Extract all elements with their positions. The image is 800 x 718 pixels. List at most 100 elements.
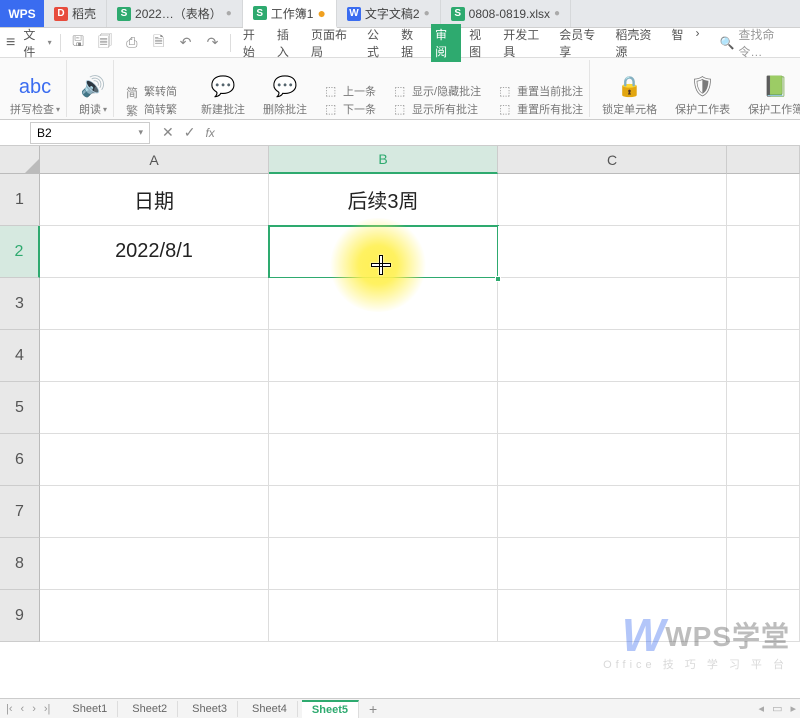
- cell-A1[interactable]: 日期: [40, 174, 269, 226]
- cell-D1[interactable]: [727, 174, 800, 226]
- col-header-C[interactable]: C: [498, 146, 727, 174]
- row-header-1[interactable]: 1: [0, 174, 40, 226]
- tab-daoke[interactable]: D 稻壳: [44, 0, 107, 27]
- print-icon[interactable]: ⎙: [122, 34, 141, 51]
- col-header-B[interactable]: B: [269, 146, 498, 174]
- sheet-tab-2[interactable]: Sheet2: [122, 701, 178, 717]
- cell-C9[interactable]: [498, 590, 727, 642]
- row-header-2[interactable]: 2: [0, 226, 40, 278]
- sheet-last-icon[interactable]: ›|: [42, 703, 53, 715]
- ribbon-tab-review[interactable]: 审阅: [431, 24, 461, 62]
- row-header-9[interactable]: 9: [0, 590, 40, 642]
- cell-A6[interactable]: [40, 434, 269, 486]
- cell-D3[interactable]: [727, 278, 800, 330]
- redo-icon[interactable]: ↷: [203, 34, 222, 51]
- cell-A8[interactable]: [40, 538, 269, 590]
- cell-A5[interactable]: [40, 382, 269, 434]
- cell-C5[interactable]: [498, 382, 727, 434]
- tab-doc-2022[interactable]: S 2022…（表格） ●: [107, 0, 243, 27]
- row-header-6[interactable]: 6: [0, 434, 40, 486]
- ribbon-overflow-icon[interactable]: ›: [691, 24, 703, 62]
- group-spellcheck[interactable]: abc 拼写检查▾: [4, 60, 67, 117]
- cell-B7[interactable]: [269, 486, 498, 538]
- row-header-5[interactable]: 5: [0, 382, 40, 434]
- sheet-tab-3[interactable]: Sheet3: [182, 701, 238, 717]
- btn-next-comment[interactable]: ⬚下一条: [325, 101, 376, 117]
- cell-B5[interactable]: [269, 382, 498, 434]
- cell-D2[interactable]: [727, 226, 800, 278]
- select-all-corner[interactable]: [0, 146, 40, 174]
- cell-C8[interactable]: [498, 538, 727, 590]
- btn-reset-all[interactable]: ⬚重置所有批注: [499, 101, 583, 117]
- sheet-tab-4[interactable]: Sheet4: [242, 701, 298, 717]
- ribbon-tab-data[interactable]: 数据: [397, 24, 427, 62]
- cell-C1[interactable]: [498, 174, 727, 226]
- btn-reset-current[interactable]: ⬚重置当前批注: [499, 83, 583, 99]
- save-as-icon[interactable]: 🗐: [96, 31, 115, 55]
- hscroll-left-icon[interactable]: ◂: [759, 702, 765, 715]
- btn-simp2trad[interactable]: 简繁转简: [126, 83, 177, 99]
- cell-D9[interactable]: [727, 590, 800, 642]
- btn-showall-comment[interactable]: ⬚显示所有批注: [394, 101, 481, 117]
- cell-D8[interactable]: [727, 538, 800, 590]
- print-preview-icon[interactable]: 🗎: [149, 31, 168, 55]
- group-protect-sheet[interactable]: 🛡 保护工作表: [669, 60, 736, 117]
- cell-B2[interactable]: [269, 226, 498, 278]
- cell-A3[interactable]: [40, 278, 269, 330]
- ribbon-tab-start[interactable]: 开始: [239, 24, 269, 62]
- row-header-4[interactable]: 4: [0, 330, 40, 382]
- group-lock-cell[interactable]: 🔒 锁定单元格: [596, 60, 663, 117]
- cell-B4[interactable]: [269, 330, 498, 382]
- ribbon-tab-dev[interactable]: 开发工具: [499, 24, 551, 62]
- save-icon[interactable]: 🖫: [69, 31, 88, 55]
- cell-B9[interactable]: [269, 590, 498, 642]
- group-protect-book[interactable]: 📗 保护工作簿: [742, 60, 800, 117]
- undo-icon[interactable]: ↶: [176, 34, 195, 51]
- btn-showhide-comment[interactable]: ⬚显示/隐藏批注: [394, 83, 481, 99]
- cell-D6[interactable]: [727, 434, 800, 486]
- cell-B6[interactable]: [269, 434, 498, 486]
- sheet-first-icon[interactable]: |‹: [4, 703, 15, 715]
- cell-D5[interactable]: [727, 382, 800, 434]
- hscroll-right-icon[interactable]: ▸: [790, 702, 796, 715]
- group-read[interactable]: 🔊 朗读▾: [73, 60, 114, 117]
- row-header-8[interactable]: 8: [0, 538, 40, 590]
- row-header-3[interactable]: 3: [0, 278, 40, 330]
- cell-A4[interactable]: [40, 330, 269, 382]
- row-header-7[interactable]: 7: [0, 486, 40, 538]
- file-menu[interactable]: 文件 ▾: [23, 26, 51, 60]
- accept-icon[interactable]: ✓: [184, 124, 196, 141]
- group-del-comment[interactable]: 💬 删除批注: [257, 60, 313, 117]
- cell-A7[interactable]: [40, 486, 269, 538]
- btn-trad2simp[interactable]: 繁简转繁: [126, 101, 177, 117]
- ribbon-tab-insert[interactable]: 插入: [273, 24, 303, 62]
- cell-C6[interactable]: [498, 434, 727, 486]
- ribbon-tab-layout[interactable]: 页面布局: [307, 24, 359, 62]
- cell-B3[interactable]: [269, 278, 498, 330]
- ribbon-tab-formula[interactable]: 公式: [363, 24, 393, 62]
- cell-D4[interactable]: [727, 330, 800, 382]
- col-header-rest[interactable]: [727, 146, 800, 174]
- sheet-prev-icon[interactable]: ‹: [19, 703, 27, 715]
- selection-handle[interactable]: [495, 276, 501, 282]
- hscroll-thumb[interactable]: ▭: [772, 702, 782, 715]
- btn-prev-comment[interactable]: ⬚上一条: [325, 83, 376, 99]
- formula-input[interactable]: [225, 122, 800, 144]
- cell-area[interactable]: 日期 后续3周 2022/8/1: [40, 174, 800, 688]
- ribbon-tab-daoke[interactable]: 稻壳资源: [611, 24, 663, 62]
- ribbon-tab-view[interactable]: 视图: [465, 24, 495, 62]
- cancel-icon[interactable]: ✕: [162, 124, 174, 141]
- sheet-add-icon[interactable]: +: [363, 701, 383, 717]
- name-box[interactable]: B2 ▾: [30, 122, 150, 144]
- cell-C3[interactable]: [498, 278, 727, 330]
- cell-D7[interactable]: [727, 486, 800, 538]
- fx-icon[interactable]: fx: [205, 126, 214, 140]
- group-new-comment[interactable]: 💬 新建批注: [195, 60, 251, 117]
- cell-C7[interactable]: [498, 486, 727, 538]
- cell-B1[interactable]: 后续3周: [269, 174, 498, 226]
- sheet-tab-5[interactable]: Sheet5: [302, 700, 359, 718]
- cell-B8[interactable]: [269, 538, 498, 590]
- col-header-A[interactable]: A: [40, 146, 269, 174]
- ribbon-tab-smart[interactable]: 智: [667, 24, 687, 62]
- sheet-next-icon[interactable]: ›: [30, 703, 38, 715]
